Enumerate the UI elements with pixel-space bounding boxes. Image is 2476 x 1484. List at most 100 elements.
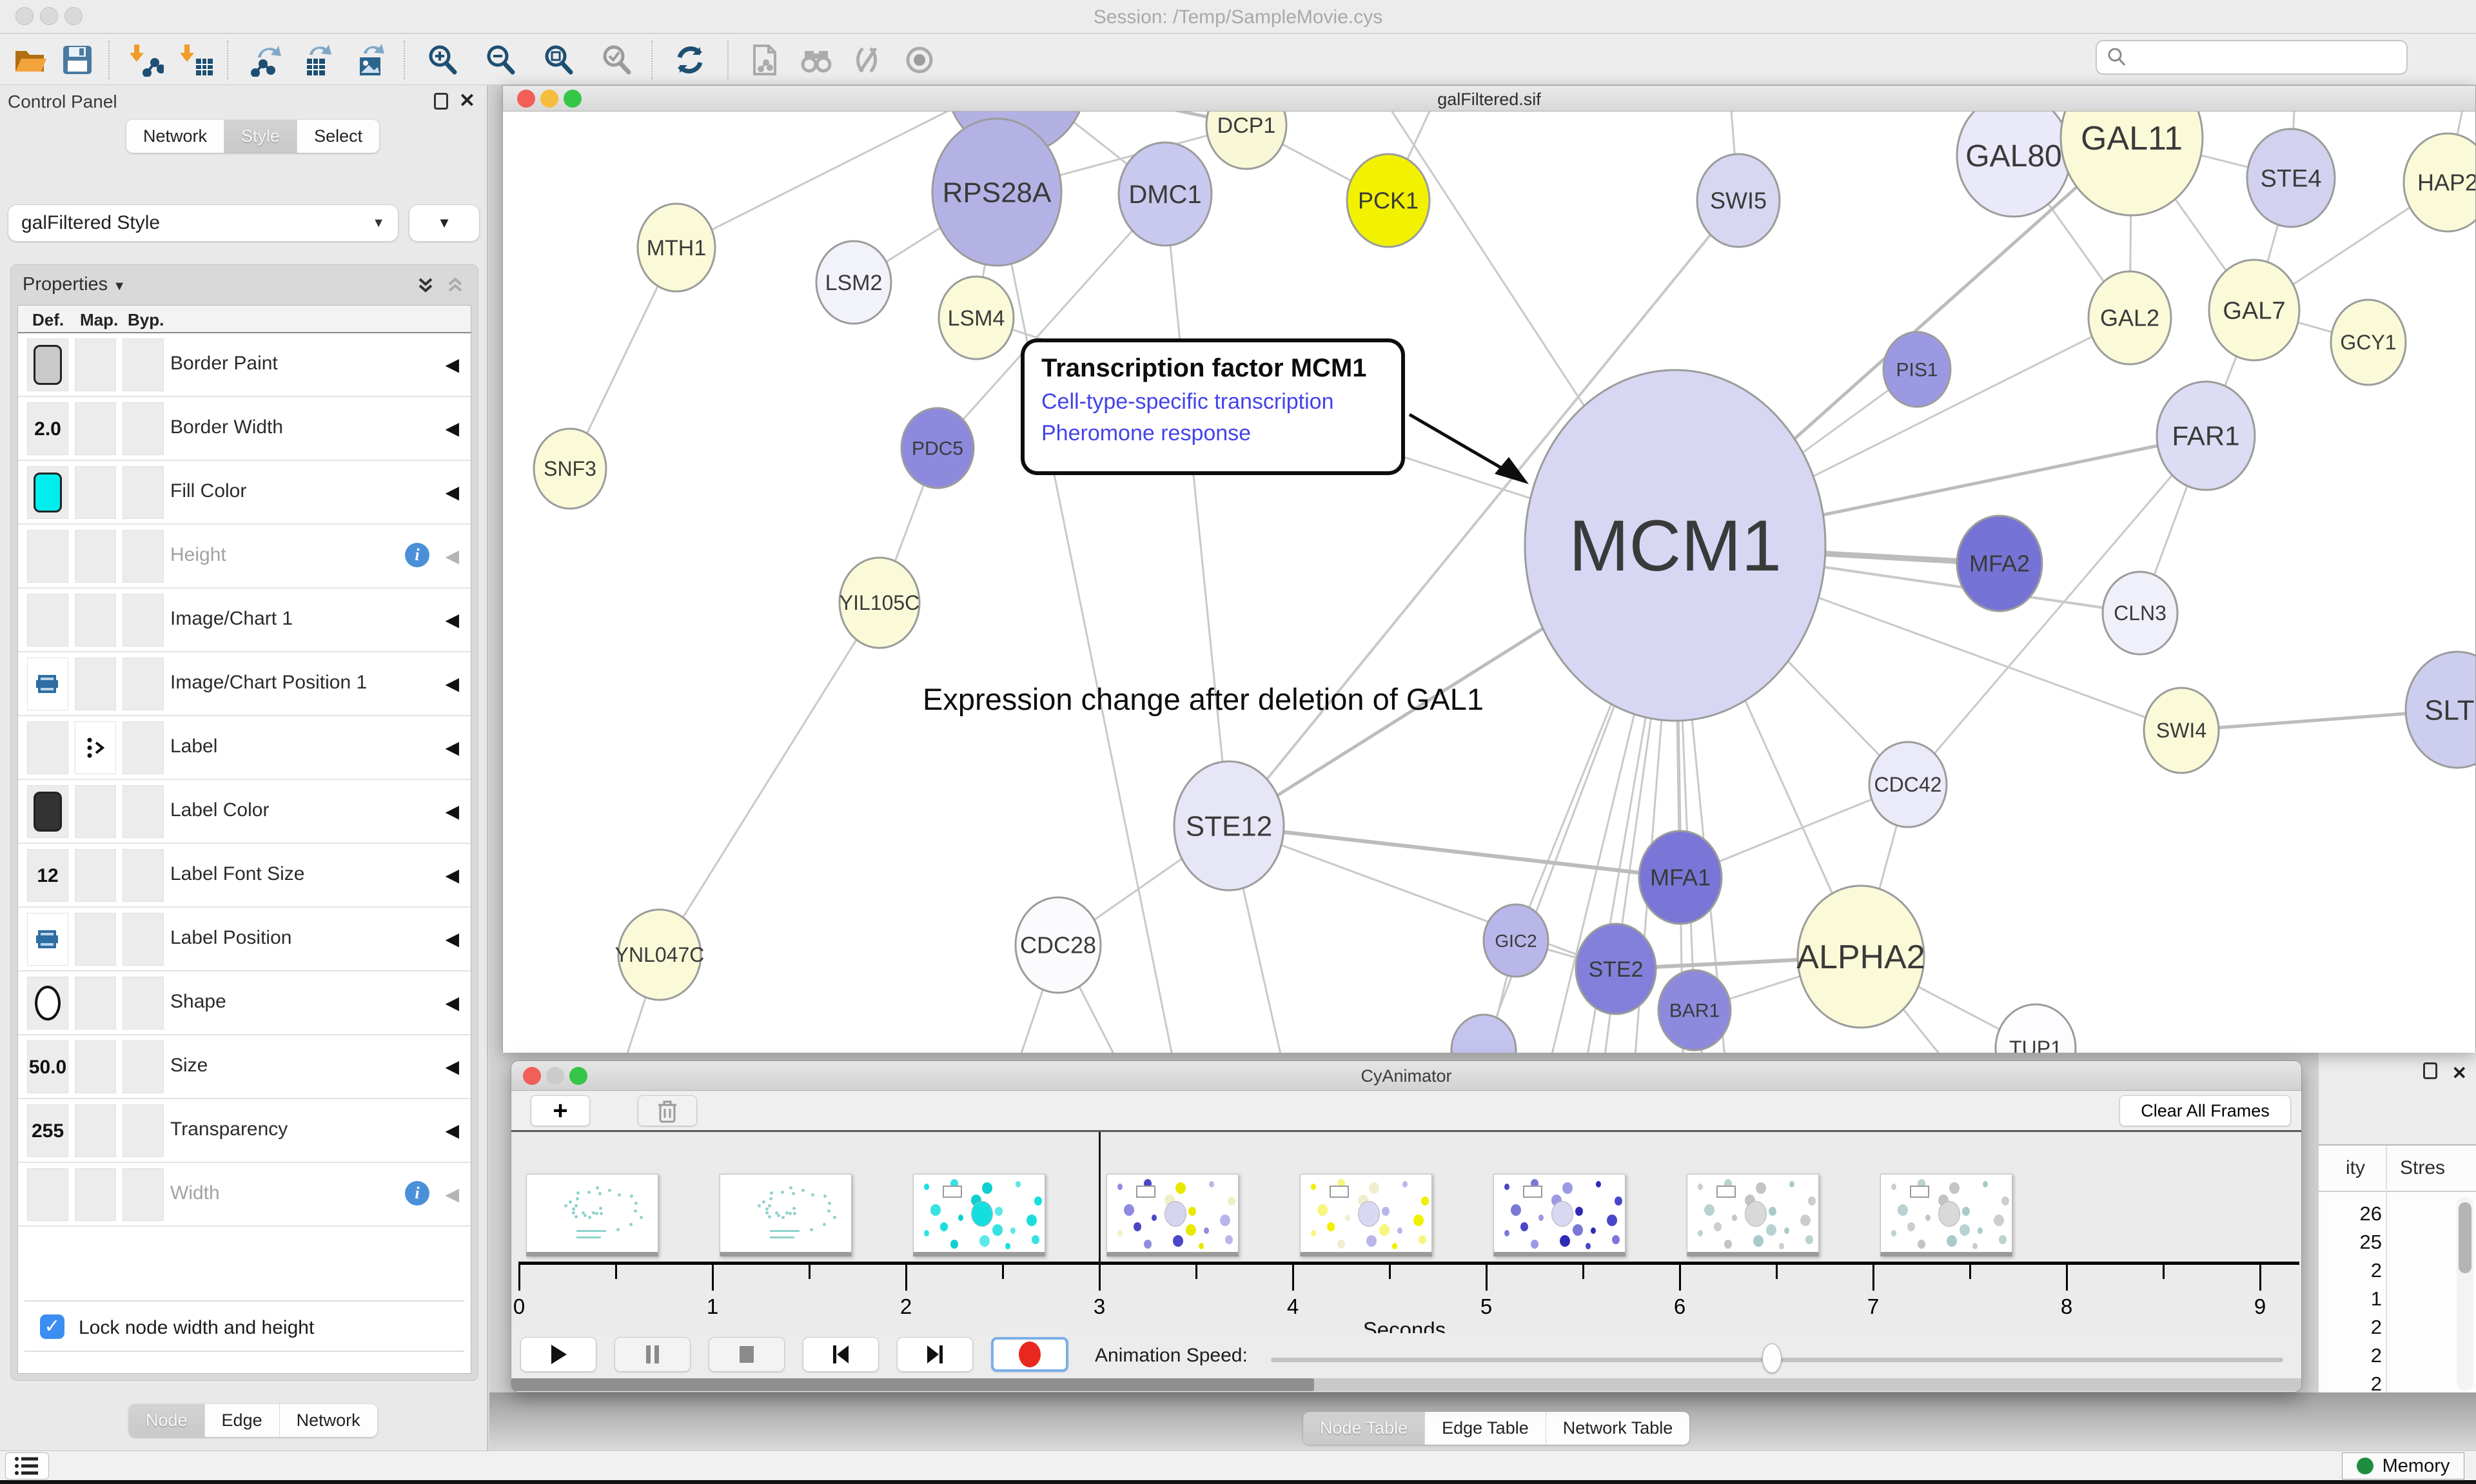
default-value[interactable]: 12: [28, 865, 68, 887]
tab-network-table[interactable]: Network Table: [1546, 1412, 1690, 1445]
close-panel-icon[interactable]: ✕: [459, 92, 475, 111]
node-snf3[interactable]: SNF3: [534, 429, 606, 509]
property-row-label-font-size[interactable]: 12Label Font Size◀: [18, 844, 471, 908]
node-cdc42[interactable]: CDC42: [1869, 742, 1947, 827]
float-panel-icon[interactable]: [434, 93, 448, 110]
property-row-image-chart-position-1[interactable]: Image/Chart Position 1◀: [18, 652, 471, 716]
tab-network[interactable]: Network: [126, 120, 224, 153]
node-alpha2[interactable]: ALPHA2: [1796, 886, 1925, 1028]
style-options-button[interactable]: ▼: [409, 204, 480, 242]
node-lsm2[interactable]: LSM2: [816, 241, 891, 324]
timeline-playhead[interactable]: [1099, 1132, 1101, 1264]
tab-select[interactable]: Select: [297, 120, 379, 153]
node-swi4[interactable]: SWI4: [2144, 688, 2219, 773]
node-bar1[interactable]: BAR1: [1658, 970, 1731, 1050]
float-panel-icon[interactable]: [2423, 1062, 2437, 1079]
network-window-titlebar[interactable]: galFiltered.sif: [503, 86, 2475, 112]
network-file-icon[interactable]: [747, 42, 783, 78]
position-icon[interactable]: [34, 671, 60, 697]
node-far1[interactable]: FAR1: [2157, 382, 2255, 490]
mapping-icon[interactable]: [82, 735, 108, 761]
frame-thumbnail-5[interactable]: [1300, 1174, 1432, 1256]
save-session-icon[interactable]: [59, 42, 95, 78]
zoom-in-icon[interactable]: [424, 42, 460, 78]
tab-network[interactable]: Network: [280, 1404, 377, 1437]
search-box[interactable]: [2096, 40, 2408, 75]
table-column-stres[interactable]: Stres: [2400, 1157, 2445, 1179]
open-session-icon[interactable]: [12, 42, 48, 78]
table-column-ity[interactable]: ity: [2346, 1157, 2365, 1179]
frame-thumbnail-4[interactable]: [1106, 1174, 1239, 1256]
expand-row-icon[interactable]: ◀: [445, 354, 459, 375]
frame-thumbnail-7[interactable]: [1687, 1174, 1819, 1256]
table-cell[interactable]: 2: [2321, 1372, 2382, 1392]
property-row-label-position[interactable]: Label Position◀: [18, 908, 471, 971]
default-value[interactable]: 255: [28, 1120, 68, 1142]
expand-row-icon[interactable]: ◀: [445, 482, 459, 503]
expand-row-icon[interactable]: ◀: [445, 545, 459, 567]
position-icon[interactable]: [34, 926, 60, 952]
property-row-border-paint[interactable]: Border Paint◀: [18, 333, 471, 397]
add-frame-button[interactable]: +: [531, 1095, 590, 1126]
step-backward-button[interactable]: [803, 1337, 879, 1372]
cyanimator-timeline[interactable]: 0123456789 Seconds: [511, 1132, 2301, 1333]
color-swatch[interactable]: [34, 473, 62, 513]
eye-hidden-icon[interactable]: [850, 42, 886, 78]
annotation-link-2[interactable]: Pheromone response: [1041, 421, 1384, 446]
stop-button[interactable]: [709, 1337, 785, 1372]
frame-thumbnail-2[interactable]: [720, 1174, 852, 1256]
eye-icon[interactable]: [901, 42, 938, 78]
expand-row-icon[interactable]: ◀: [445, 609, 459, 630]
node-mcm1[interactable]: MCM1: [1525, 370, 1825, 721]
node-ncut2[interactable]: [1451, 1015, 1516, 1053]
expand-row-icon[interactable]: ◀: [445, 418, 459, 439]
node-dmc1[interactable]: DMC1: [1119, 142, 1212, 246]
node-gal2[interactable]: GAL2: [2088, 271, 2171, 364]
import-network-icon[interactable]: [129, 42, 165, 78]
table-cell[interactable]: 1: [2321, 1287, 2382, 1311]
table-cell[interactable]: 26: [2321, 1202, 2382, 1225]
search-input[interactable]: [2128, 44, 2406, 70]
node-slt2[interactable]: SLT2: [2406, 652, 2475, 768]
node-gal80[interactable]: GAL80: [1957, 112, 2070, 217]
task-history-button[interactable]: [5, 1452, 49, 1479]
node-gcy1[interactable]: GCY1: [2331, 300, 2406, 385]
expand-all-icon[interactable]: [415, 275, 437, 300]
color-swatch[interactable]: [34, 792, 62, 832]
node-gic2[interactable]: GIC2: [1484, 904, 1548, 977]
expand-row-icon[interactable]: ◀: [445, 801, 459, 822]
cyanimator-horizontal-scrollbar[interactable]: [511, 1378, 2301, 1391]
import-table-icon[interactable]: [179, 42, 215, 78]
property-row-transparency[interactable]: 255Transparency◀: [18, 1099, 471, 1163]
ellipse-shape-icon[interactable]: [35, 986, 61, 1020]
zoom-fit-icon[interactable]: [540, 42, 576, 78]
node-hap2[interactable]: HAP2: [2404, 133, 2475, 231]
zoom-selected-icon[interactable]: [598, 42, 634, 78]
table-cell[interactable]: 2: [2321, 1259, 2382, 1282]
default-value[interactable]: 2.0: [28, 418, 68, 440]
node-ste4[interactable]: STE4: [2247, 129, 2335, 227]
info-icon[interactable]: i: [405, 543, 429, 567]
expand-row-icon[interactable]: ◀: [445, 864, 459, 886]
clear-all-frames-button[interactable]: Clear All Frames: [2119, 1095, 2291, 1126]
zoom-out-icon[interactable]: [482, 42, 518, 78]
collapse-all-icon[interactable]: [444, 275, 466, 300]
slider-thumb[interactable]: [1762, 1343, 1782, 1373]
pause-button[interactable]: [614, 1337, 691, 1372]
property-row-shape[interactable]: Shape◀: [18, 971, 471, 1035]
expand-row-icon[interactable]: ◀: [445, 1120, 459, 1141]
node-pck1[interactable]: PCK1: [1347, 154, 1430, 247]
node-pdc5[interactable]: PDC5: [901, 408, 974, 488]
node-yil105c[interactable]: YIL105C: [840, 558, 920, 648]
color-swatch[interactable]: [34, 345, 62, 385]
property-row-label[interactable]: Label◀: [18, 716, 471, 780]
style-selector[interactable]: galFiltered Style ▼: [8, 204, 398, 242]
default-value[interactable]: 50.0: [28, 1057, 68, 1079]
step-forward-button[interactable]: [897, 1337, 973, 1372]
property-row-height[interactable]: Heighti◀: [18, 525, 471, 589]
node-gal11[interactable]: GAL11: [2061, 112, 2203, 215]
cyanimator-titlebar[interactable]: CyAnimator: [511, 1061, 2301, 1091]
table-cell[interactable]: 25: [2321, 1231, 2382, 1254]
annotation-link-1[interactable]: Cell-type-specific transcription: [1041, 389, 1384, 415]
property-row-size[interactable]: 50.0Size◀: [18, 1035, 471, 1099]
